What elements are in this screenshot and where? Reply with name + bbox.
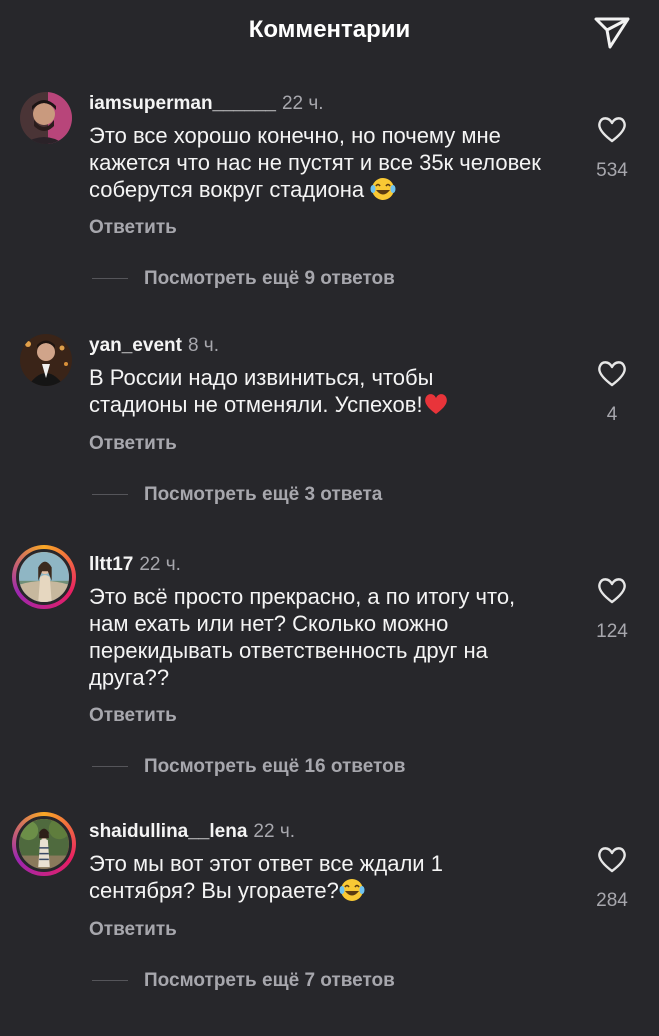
comment-meta: lltt17 22 ч.: [89, 553, 181, 577]
comment-item: lltt17 22 ч. Это всё просто прекрасно, а …: [0, 545, 659, 777]
laughing-emoji-icon: [370, 177, 396, 201]
header: Комментарии: [0, 0, 659, 64]
timestamp: 22 ч.: [281, 93, 324, 114]
timestamp: 22 ч.: [139, 554, 181, 575]
view-more-replies-button[interactable]: Посмотреть ещё 7 ответов: [92, 970, 395, 994]
avatar-photo: [16, 549, 72, 605]
replies-divider-line: [92, 766, 128, 768]
comment-body: В России надо извиниться, чтобы стадионы…: [89, 365, 434, 417]
reply-button[interactable]: Ответить: [89, 919, 177, 941]
heart-outline-icon[interactable]: [596, 358, 628, 388]
view-more-replies-button[interactable]: Посмотреть ещё 9 ответов: [92, 268, 395, 292]
like-count: 124: [596, 621, 628, 642]
comment-body: Это все хорошо конечно, но почему мне ка…: [89, 123, 541, 202]
username[interactable]: iamsuperman______: [89, 93, 276, 114]
timestamp: 8 ч.: [187, 335, 219, 356]
reply-button[interactable]: Ответить: [89, 433, 177, 455]
heart-outline-icon[interactable]: [596, 575, 628, 605]
heart-outline-icon[interactable]: [596, 114, 628, 144]
comment-meta: shaidullina__lena 22 ч.: [89, 820, 295, 844]
avatar[interactable]: [12, 812, 76, 876]
replies-divider-line: [92, 278, 128, 280]
comment-text: В России надо извиниться, чтобы стадионы…: [89, 364, 489, 418]
paper-plane-icon[interactable]: [592, 12, 632, 52]
avatar[interactable]: [20, 92, 72, 144]
username[interactable]: yan_event: [89, 335, 182, 356]
comment-text: Это всё просто прекрасно, а по итогу что…: [89, 583, 559, 691]
heart-emoji-icon: [423, 392, 449, 416]
page-title: Комментарии: [248, 16, 411, 43]
like-count: 534: [596, 160, 628, 181]
avatar[interactable]: [12, 545, 76, 609]
comment-text: Это мы вот этот ответ все ждали 1 сентяб…: [89, 850, 509, 904]
heart-outline-icon[interactable]: [596, 844, 628, 874]
view-more-replies-button[interactable]: Посмотреть ещё 16 ответов: [92, 756, 405, 780]
view-more-replies-label: Посмотреть ещё 3 ответа: [144, 484, 383, 505]
timestamp: 22 ч.: [253, 821, 295, 842]
username[interactable]: lltt17: [89, 554, 133, 575]
avatar[interactable]: [20, 334, 72, 386]
username[interactable]: shaidullina__lena: [89, 821, 247, 842]
comment-text: Это все хорошо конечно, но почему мне ка…: [89, 122, 569, 203]
comment-item: iamsuperman______ 22 ч. Это все хорошо ко…: [0, 92, 659, 308]
laughing-emoji-icon: [339, 878, 365, 902]
comment-item: yan_event 8 ч. В России надо извиниться, …: [0, 334, 659, 550]
replies-divider-line: [92, 494, 128, 496]
comment-item: shaidullina__lena 22 ч. Это мы вот этот о…: [0, 812, 659, 1036]
replies-divider-line: [92, 980, 128, 982]
reply-button[interactable]: Ответить: [89, 217, 177, 239]
comment-meta: yan_event 8 ч.: [89, 334, 219, 358]
comment-body: Это мы вот этот ответ все ждали 1 сентяб…: [89, 851, 443, 903]
view-more-replies-label: Посмотреть ещё 16 ответов: [144, 756, 406, 777]
like-count: 4: [606, 404, 618, 425]
comment-meta: iamsuperman______ 22 ч.: [89, 92, 324, 116]
view-more-replies-label: Посмотреть ещё 9 ответов: [144, 268, 395, 289]
view-more-replies-label: Посмотреть ещё 7 ответов: [144, 970, 395, 991]
avatar-photo: [16, 816, 72, 872]
reply-button[interactable]: Ответить: [89, 705, 177, 727]
comment-body: Это всё просто прекрасно, а по итогу что…: [89, 584, 516, 690]
view-more-replies-button[interactable]: Посмотреть ещё 3 ответа: [92, 484, 382, 508]
like-count: 284: [596, 890, 628, 911]
